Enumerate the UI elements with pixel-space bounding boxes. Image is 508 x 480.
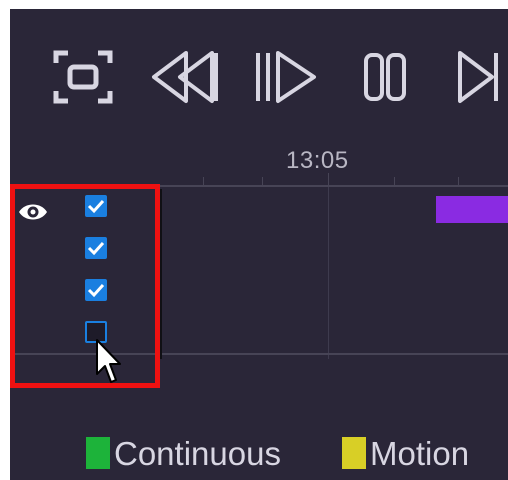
timeline-tick [458, 177, 459, 185]
motion-swatch [342, 437, 366, 469]
rewind-icon [152, 51, 218, 103]
timeline-time-label: 13:05 [286, 147, 349, 174]
recording-event-bar[interactable] [436, 196, 508, 223]
next-button[interactable] [456, 45, 508, 109]
legend-motion-label: Motion [370, 434, 470, 472]
stop-icon [364, 53, 406, 101]
timeline-tick [262, 177, 263, 185]
legend-motion: Motion [342, 425, 469, 480]
rewind-button[interactable] [150, 45, 224, 109]
pause-play-button[interactable] [254, 45, 320, 109]
legend-continuous: Continuous [86, 425, 281, 480]
pause-play-icon [256, 51, 316, 103]
step-forward-icon [458, 51, 498, 103]
fullscreen-icon [53, 50, 113, 104]
continuous-swatch [86, 437, 110, 469]
timeline-cursor[interactable] [160, 189, 162, 359]
highlight-box [10, 184, 160, 388]
timeline-tick-major [328, 173, 329, 185]
stop-button[interactable] [362, 45, 412, 109]
timeline-gridline [328, 187, 329, 359]
timeline-tick [203, 177, 204, 185]
mouse-cursor-icon [96, 339, 121, 383]
fullscreen-button[interactable] [50, 45, 116, 109]
timeline-tick [394, 177, 395, 185]
legend-continuous-label: Continuous [114, 434, 281, 472]
